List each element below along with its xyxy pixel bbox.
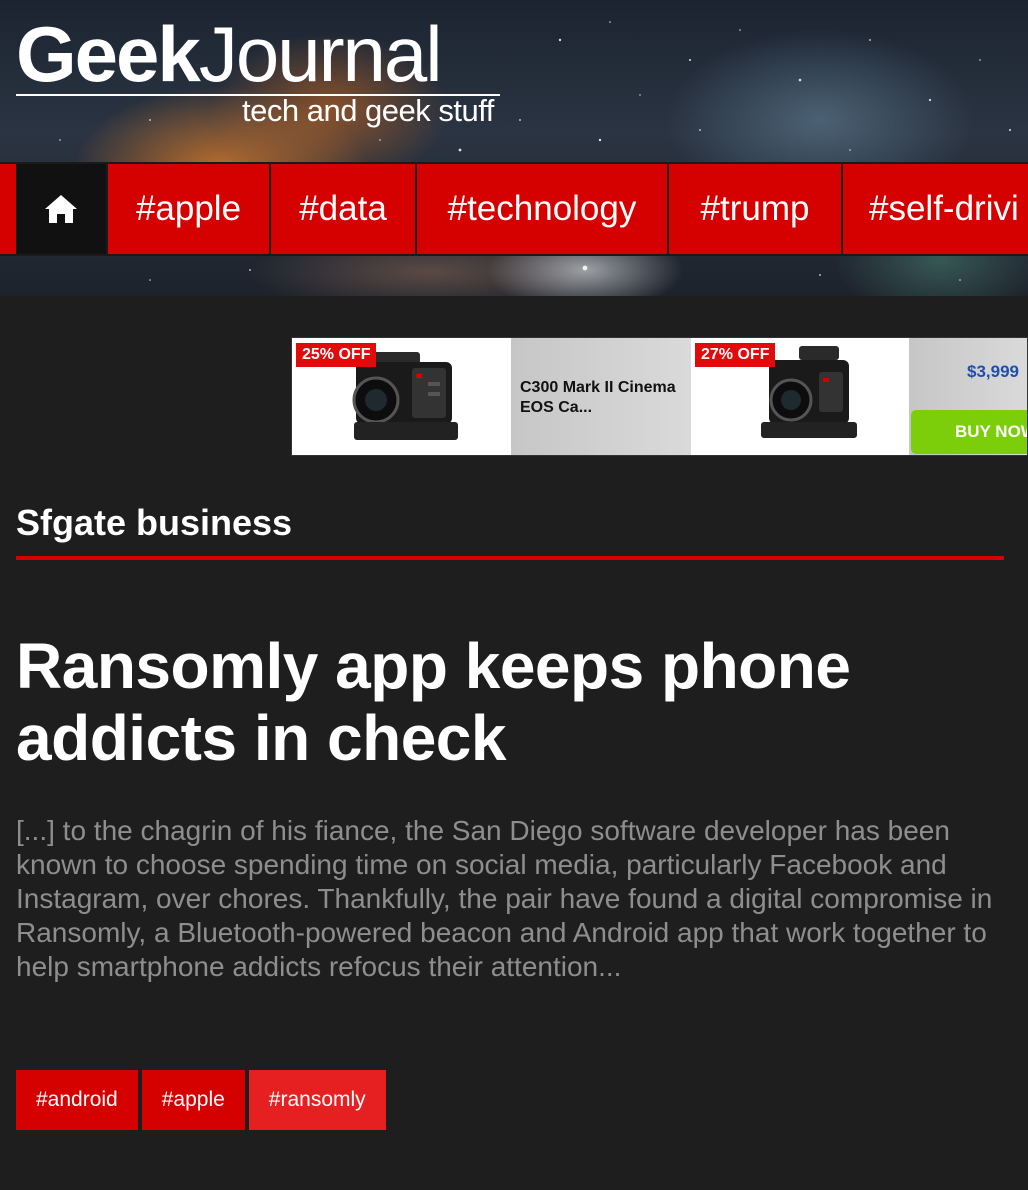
ad-price: $3,999 bbox=[967, 362, 1019, 381]
nav-item-technology[interactable]: #technology bbox=[415, 164, 667, 254]
site-header: GeekJournal tech and geek stuff #apple #… bbox=[0, 0, 1028, 296]
nav-item-self-driving[interactable]: #self-drivi bbox=[841, 164, 1028, 254]
article-headline-link[interactable]: Ransomly app keeps phone addicts in chec… bbox=[16, 630, 851, 774]
article-excerpt: [...] to the chagrin of his fiance, the … bbox=[16, 815, 993, 982]
discount-badge: 27% OFF bbox=[695, 343, 776, 367]
buy-now-button[interactable]: BUY NOW bbox=[911, 410, 1027, 454]
article-headline: Ransomly app keeps phone addicts in chec… bbox=[16, 630, 1006, 774]
site-logo[interactable]: GeekJournal tech and geek stuff bbox=[16, 14, 500, 128]
ad-banner[interactable]: 25% OFF C300 Mark II Cinema EOS Ca... 27… bbox=[291, 337, 1028, 456]
main-nav: #apple #data #technology #trump #self-dr… bbox=[0, 162, 1028, 256]
ad-product-2-info[interactable]: $3,999 BUY NOW bbox=[909, 338, 1027, 455]
article-tags: #android #apple #ransomly bbox=[16, 1070, 386, 1130]
section-title: Sfgate business bbox=[16, 502, 293, 543]
tag-android[interactable]: #android bbox=[16, 1070, 138, 1130]
tag-apple[interactable]: #apple bbox=[141, 1070, 245, 1130]
ad-product-1-info[interactable]: C300 Mark II Cinema EOS Ca... bbox=[511, 338, 691, 455]
nav-item-trump[interactable]: #trump bbox=[667, 164, 841, 254]
logo-wordmark: GeekJournal bbox=[16, 14, 443, 94]
ad-product-title[interactable]: C300 Mark II Cinema EOS Ca... bbox=[520, 378, 690, 418]
home-icon bbox=[45, 195, 77, 223]
ad-product-2-image[interactable]: 27% OFF bbox=[691, 338, 909, 455]
discount-badge: 25% OFF bbox=[296, 343, 377, 367]
ad-product-1-image[interactable]: 25% OFF bbox=[292, 338, 511, 455]
nav-home-button[interactable] bbox=[16, 164, 106, 254]
logo-journal-text: Journal bbox=[198, 10, 443, 98]
site-tagline: tech and geek stuff bbox=[242, 93, 494, 128]
tag-ransomly[interactable]: #ransomly bbox=[248, 1070, 386, 1130]
logo-geek-text: Geek bbox=[16, 10, 201, 98]
section-divider bbox=[16, 556, 1004, 560]
nav-item-apple[interactable]: #apple bbox=[106, 164, 269, 254]
nav-item-data[interactable]: #data bbox=[269, 164, 415, 254]
